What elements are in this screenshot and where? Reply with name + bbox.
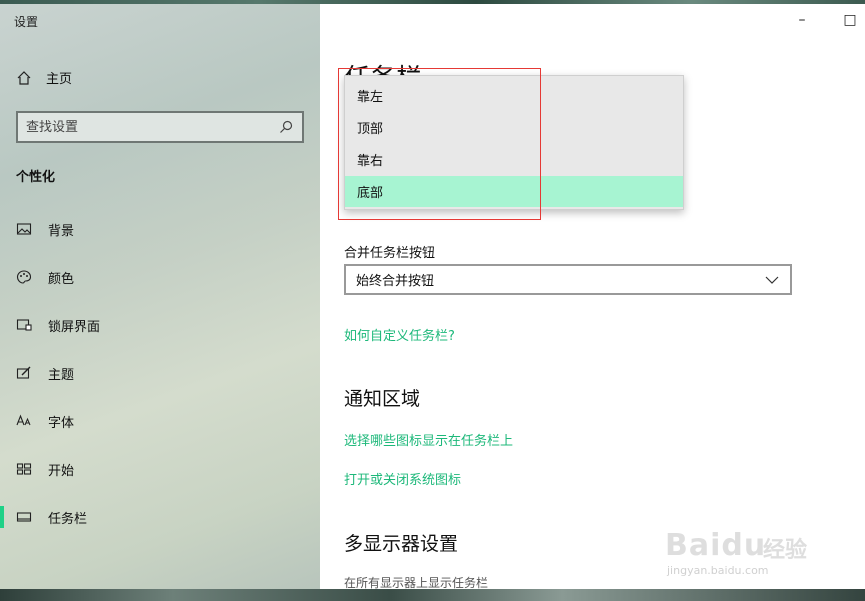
chevron-down-icon [764,272,780,288]
multi-display-heading: 多显示器设置 [344,533,459,555]
theme-brush-icon [16,365,32,381]
sidebar-item-start[interactable]: 开始 [0,452,320,486]
picture-icon [16,221,32,237]
watermark-brand: Baidu [665,528,767,563]
home-label: 主页 [46,72,73,87]
sidebar-item-background[interactable]: 背景 [0,212,320,246]
customize-taskbar-link[interactable]: 如何自定义任务栏? [344,325,455,344]
sidebar-item-label: 任务栏 [48,511,88,527]
start-tiles-icon [16,461,32,477]
minimize-button[interactable]: – [792,12,812,28]
select-icons-link[interactable]: 选择哪些图标显示在任务栏上 [344,430,513,449]
combine-buttons-label: 合并任务栏按钮 [344,246,436,261]
notification-area-heading: 通知区域 [344,388,421,410]
palette-icon [16,269,32,285]
baidu-watermark: Baidu 经验 jingyan.baidu.com [665,508,825,583]
sidebar-item-label: 颜色 [48,271,75,287]
sidebar-item-label: 字体 [48,415,75,431]
lock-screen-icon [16,317,32,333]
watermark-url: jingyan.baidu.com [667,564,769,577]
watermark-cn: 经验 [763,538,808,563]
sidebar-item-fonts[interactable]: 字体 [0,404,320,438]
sidebar-item-label: 开始 [48,463,75,479]
sidebar-item-taskbar[interactable]: 任务栏 [0,500,320,534]
annotation-highlight-box [338,68,541,220]
font-icon [16,413,32,429]
section-title: 个性化 [16,170,56,185]
search-box[interactable] [16,111,304,143]
sidebar-item-label: 锁屏界面 [48,319,101,335]
sidebar-item-lock-screen[interactable]: 锁屏界面 [0,308,320,342]
taskbar-icon [16,509,32,525]
app-title: 设置 [14,15,39,29]
sidebar-item-themes[interactable]: 主题 [0,356,320,390]
sidebar-item-label: 主题 [48,367,75,383]
search-icon[interactable] [278,119,294,135]
combine-buttons-select[interactable]: 始终合并按钮 [344,264,792,295]
home-icon [16,70,32,86]
sidebar: 设置 主页 个性化 背景 颜色 锁屏界面 主题 [0,4,320,589]
maximize-button[interactable]: □ [840,12,860,28]
sidebar-item-colors[interactable]: 颜色 [0,260,320,294]
system-icons-link[interactable]: 打开或关闭系统图标 [344,469,461,488]
search-input[interactable] [26,119,278,135]
desktop-background-bottom [0,589,865,601]
home-nav[interactable]: 主页 [16,68,72,87]
sidebar-item-label: 背景 [48,223,75,239]
combine-buttons-value: 始终合并按钮 [356,274,435,289]
